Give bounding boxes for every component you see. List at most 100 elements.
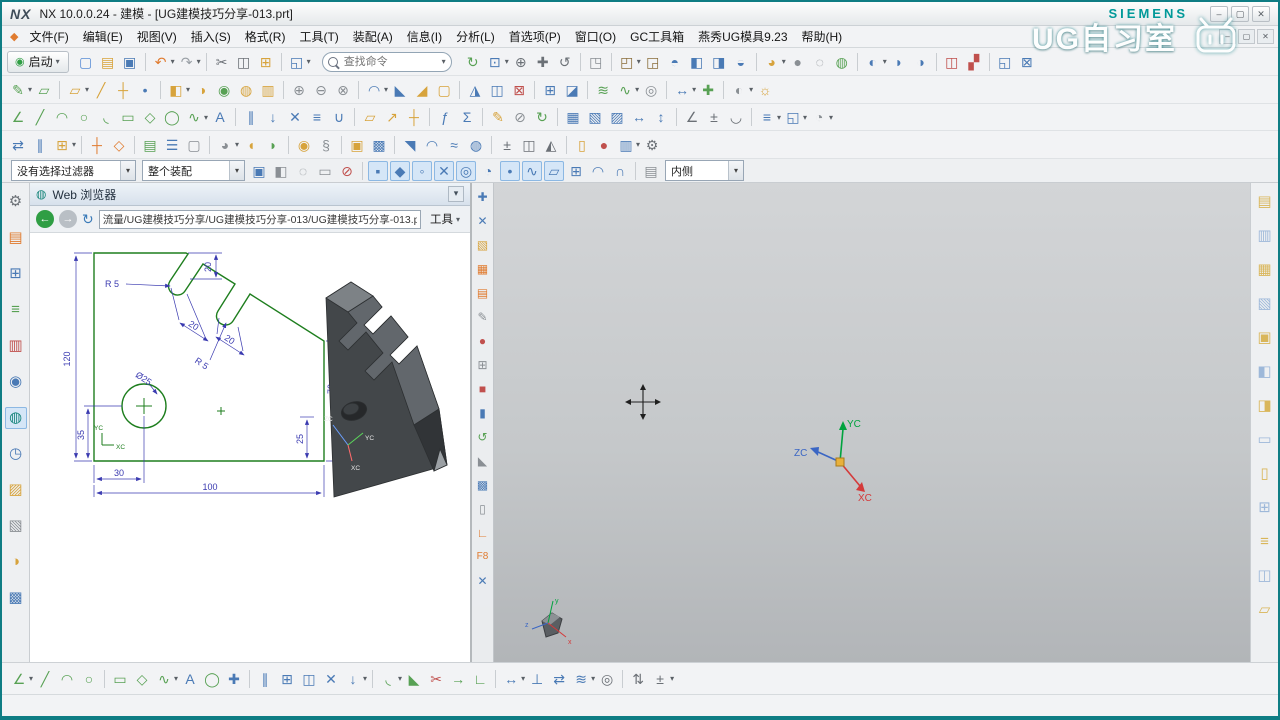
ball-display-icon[interactable]: ● — [474, 332, 492, 350]
snap-existing-point-icon[interactable]: • — [500, 160, 520, 181]
tube-icon[interactable]: ◎ — [641, 80, 661, 100]
menu-item-13[interactable]: 燕秀UG模具9.23 — [691, 26, 794, 47]
make-corner-icon[interactable]: ∟ — [470, 669, 490, 689]
spreadsheet-icon[interactable]: ▤ — [140, 135, 160, 155]
selection-filter-arrow-icon[interactable]: ▾ — [120, 161, 135, 180]
intersect-icon[interactable]: ⊗ — [333, 80, 353, 100]
make-symmetric-icon[interactable]: ⇄ — [549, 669, 569, 689]
menu-item-2[interactable]: 编辑(E) — [76, 26, 130, 47]
move-component-icon[interactable]: ⇄ — [8, 135, 28, 155]
swept-dropdown[interactable]: ▾ — [635, 85, 639, 94]
menu-item-3[interactable]: 视图(V) — [130, 26, 184, 47]
circle-icon[interactable]: ○ — [74, 107, 94, 127]
table-tool-icon[interactable]: ⊞ — [474, 356, 492, 374]
rows-panel-icon[interactable]: ≡ — [1254, 531, 1276, 553]
studio-spline-dropdown[interactable]: ▾ — [174, 674, 178, 683]
offset-curve-icon[interactable]: ∥ — [241, 107, 261, 127]
emboss-body-icon[interactable]: ▣ — [347, 135, 367, 155]
suppress-feature-icon[interactable]: ⊘ — [510, 107, 530, 127]
constraint-tool-icon[interactable]: ✕ — [474, 212, 492, 230]
reflect-analysis-icon[interactable]: ◫ — [519, 135, 539, 155]
measure-distance-icon[interactable]: ↔ — [672, 80, 692, 100]
menu-item-10[interactable]: 首选项(P) — [502, 26, 568, 47]
maximize-view-icon[interactable]: ⊠ — [1017, 52, 1037, 72]
draft-analysis-icon[interactable]: ◭ — [541, 135, 561, 155]
new-file-icon[interactable]: ▢ — [76, 52, 96, 72]
project-curve-icon[interactable]: ↓ — [343, 669, 363, 689]
snap-arc-center-icon[interactable]: ◎ — [456, 160, 476, 181]
show-hide-dropdown[interactable]: ▾ — [883, 57, 887, 66]
project-curve-dropdown[interactable]: ▾ — [363, 674, 367, 683]
bookmark-icon[interactable]: ▯ — [572, 135, 592, 155]
switch-window-icon[interactable]: ◱ — [287, 52, 307, 72]
wedge-tool-icon[interactable]: ◣ — [474, 452, 492, 470]
edge-blend-icon[interactable]: ◠ — [364, 80, 384, 100]
subtract-icon[interactable]: ⊖ — [311, 80, 331, 100]
hd3d-tools-icon[interactable]: ◉ — [5, 371, 27, 393]
measure-distance-dropdown[interactable]: ▾ — [692, 85, 696, 94]
list-panel-icon[interactable]: ▭ — [1254, 429, 1276, 451]
fillet-dropdown[interactable]: ▾ — [398, 674, 402, 683]
panel-cards-icon[interactable]: ▥ — [1254, 225, 1276, 247]
browser-tools-button[interactable]: 工具 ▾ — [426, 211, 464, 227]
patch-body-icon[interactable]: ◍ — [466, 135, 486, 155]
add-component-icon[interactable]: ⊞ — [52, 135, 72, 155]
history-palette-icon[interactable]: ◷ — [5, 443, 27, 465]
move-face-icon[interactable]: ↔ — [629, 107, 649, 127]
trimetric-view-dropdown[interactable]: ▾ — [637, 57, 641, 66]
text-icon[interactable]: A — [180, 669, 200, 689]
menu-item-4[interactable]: 插入(S) — [184, 26, 238, 47]
zoom-icon[interactable]: ⊕ — [511, 52, 531, 72]
reverse-tool-icon[interactable]: ↺ — [474, 428, 492, 446]
process-studio-icon[interactable]: ▨ — [5, 479, 27, 501]
sketch-in-task-icon[interactable]: ▱ — [34, 80, 54, 100]
rectangle-select-icon[interactable]: ▭ — [315, 161, 335, 181]
doc-restore-button[interactable]: ▢ — [1238, 29, 1255, 44]
inside-outside-combo[interactable]: 内侧 ▾ — [665, 160, 744, 181]
boss-icon[interactable]: ◍ — [236, 80, 256, 100]
through-curves-icon[interactable]: ≋ — [593, 80, 613, 100]
split-body-icon[interactable]: ◫ — [487, 80, 507, 100]
update-model-icon[interactable]: ↻ — [532, 107, 552, 127]
revolve-icon[interactable]: ◑ — [192, 80, 212, 100]
display-mode-dropdown[interactable]: ▾ — [829, 113, 833, 122]
tile-windows-icon[interactable]: ◱ — [995, 52, 1015, 72]
command-finder[interactable]: ▾ — [321, 51, 452, 72]
split-panel-icon[interactable]: ◧ — [1254, 361, 1276, 383]
edit-section-icon[interactable]: ◫ — [942, 52, 962, 72]
pattern-curve-icon[interactable]: ⊞ — [277, 669, 297, 689]
front-view-icon[interactable]: ◧ — [687, 52, 707, 72]
offset-face-icon[interactable]: ▧ — [585, 107, 605, 127]
snap-midpoint-icon[interactable]: ◆ — [390, 160, 410, 181]
graphics-viewport[interactable]: ✚ ✕ ▧ ▦ ▤ ✎ ● ⊞ ■ ▮ ↺ ◣ ▩ ▯ ∟ F8 ✕ YC ZC XC — [472, 183, 1250, 662]
assembly-constraints-icon[interactable]: ∥ — [30, 135, 50, 155]
undo-icon[interactable]: ↶ — [151, 52, 171, 72]
point-icon[interactable]: • — [135, 80, 155, 100]
undo-dropdown[interactable]: ▾ — [171, 57, 175, 66]
snap-intersection-icon[interactable]: ✕ — [434, 160, 454, 181]
swept-icon[interactable]: ∿ — [615, 80, 635, 100]
display-mode-icon[interactable]: ◔ — [809, 107, 829, 127]
menu-item-9[interactable]: 分析(L) — [449, 26, 502, 47]
pane-panel-icon[interactable]: ◫ — [1254, 565, 1276, 587]
studio-render-icon[interactable]: ◍ — [832, 52, 852, 72]
datum-axis-icon[interactable]: ╱ — [91, 80, 111, 100]
pull-face-icon[interactable]: ↕ — [651, 107, 671, 127]
delete-face-icon[interactable]: ⊠ — [509, 80, 529, 100]
journal-dropdown[interactable]: ▾ — [636, 140, 640, 149]
face-analysis-icon[interactable]: ◗ — [263, 135, 283, 155]
edit-feature-icon[interactable]: ✎ — [488, 107, 508, 127]
pattern-feature-icon[interactable]: ⊞ — [540, 80, 560, 100]
polygon-icon[interactable]: ◇ — [140, 107, 160, 127]
grid-panel-icon[interactable]: ⊞ — [1254, 497, 1276, 519]
deviation-gauge-icon[interactable]: ± — [704, 107, 724, 127]
solid-tool-icon[interactable]: ▧ — [474, 236, 492, 254]
paste-icon[interactable]: ⊞ — [256, 52, 276, 72]
column-panel-icon[interactable]: ▯ — [1254, 463, 1276, 485]
rotate-view-icon[interactable]: ↺ — [555, 52, 575, 72]
show-hide-toggle-icon[interactable]: ◐ — [729, 80, 749, 100]
address-bar-input[interactable] — [98, 209, 421, 229]
chamfer-icon[interactable]: ◣ — [404, 669, 424, 689]
menu-item-1[interactable]: 文件(F) — [22, 26, 75, 47]
fillet-icon[interactable]: ◟ — [378, 669, 398, 689]
